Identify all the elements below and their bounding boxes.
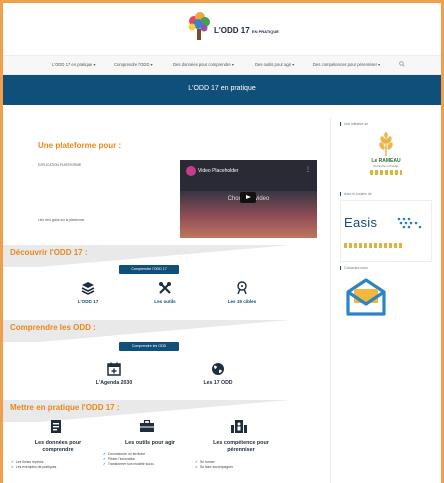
outils-list: ✓ Coconstruire un territoire ✓ Piloter l'i…: [103, 452, 155, 468]
list-item[interactable]: ✓ Se faire accompagner: [195, 465, 233, 470]
logo-subtext: EN PRATIQUE: [251, 29, 279, 34]
rameau-subtitle: Recherche et Partage: [373, 165, 399, 168]
list-item-label: Se former: [199, 460, 215, 464]
document-icon: [51, 420, 61, 433]
feature-odd17[interactable]: L'ODD 17: [48, 281, 128, 304]
discover-title: Découvrir l'ODD 17 :: [10, 248, 88, 257]
logo-text: L'ODD 17: [214, 26, 250, 35]
feature-19-cibles[interactable]: Les 19 cibles: [202, 281, 282, 304]
site-logo[interactable]: L'ODD 17 EN PRATIQUE: [186, 11, 279, 47]
building-people-icon: [231, 420, 247, 433]
column-title-line: Les données pour: [34, 440, 82, 446]
comprendre-odd17-button[interactable]: Comprendre l'ODD 17: [119, 265, 179, 274]
feature-label: L'Agenda 2030: [95, 380, 133, 386]
list-item[interactable]: ✓ Les exemples de pratiques: [11, 465, 56, 470]
list-item-label: Les exemples de pratiques: [15, 465, 57, 470]
easis-dots-icon: [397, 217, 422, 229]
video-player[interactable]: Video Placeholder ⋮ Choose a video: [180, 160, 317, 238]
feature-agenda-2030[interactable]: L'Agenda 2030: [74, 362, 154, 386]
logo-wordmark: L'ODD 17 EN PRATIQUE: [214, 26, 279, 35]
tools-icon: [159, 282, 171, 294]
practice-title: Mettre en pratique l'ODD 17 :: [10, 403, 120, 412]
list-item-label: Les fiches repères: [15, 460, 44, 464]
sidebar-label-contact: Contactez-nous: [340, 266, 368, 270]
check-icon: ✓: [103, 462, 106, 467]
feature-label: Les outils: [154, 299, 176, 304]
list-item[interactable]: ✓ Transformer son modèle socio-: [103, 462, 155, 467]
platform-guide-link[interactable]: Lien vers guide sur la plateforme: [38, 218, 84, 222]
discover-section: Découvrir l'ODD 17 : Comprendre l'ODD 17…: [3, 245, 321, 323]
calendar-plus-icon: [107, 362, 121, 376]
check-icon: ✓: [195, 465, 198, 470]
feature-label: Les 17 ODD: [203, 380, 233, 386]
easis-dots: [344, 243, 404, 248]
check-icon: ✓: [103, 457, 106, 462]
practice-section: Mettre en pratique l'ODD 17 : Les donnée…: [3, 400, 321, 483]
donnees-list: ✓ Les fiches repères ✓ Les exemples de pra…: [11, 460, 56, 470]
column-title-line: comprendre: [42, 446, 74, 453]
easis-logo[interactable]: Easis: [340, 200, 432, 262]
nav-item-donnees[interactable]: Des données pour comprendre ▾: [173, 62, 234, 67]
play-icon[interactable]: [240, 192, 256, 203]
column-title-competences: Les compétence pour pérenniser: [199, 440, 283, 453]
sidebar-label-initiative: Une initiative de: [340, 122, 368, 126]
column-title-outils: Les outils pour agir: [110, 440, 190, 447]
list-item-label: Transformer son modèle socio-: [107, 462, 155, 467]
nav-item-outils[interactable]: Des outils pour agir ▾: [255, 62, 294, 67]
nav-item-competences[interactable]: Des compétences pour pérenniser ▾: [313, 62, 380, 67]
feature-17-odd[interactable]: Les 17 ODD: [178, 362, 258, 386]
feature-outils[interactable]: Les outils: [125, 281, 205, 304]
platform-title: Une plateforme pour :: [38, 141, 122, 150]
list-item-label: Coconstruire un territoire: [107, 452, 146, 456]
wheat-icon: [379, 132, 393, 156]
check-icon: ✓: [11, 460, 14, 464]
site-header: L'ODD 17 EN PRATIQUE: [3, 3, 441, 55]
list-item-label: Piloter l'innovation: [107, 457, 136, 462]
globe-icon: [212, 363, 224, 375]
briefcase-icon: [140, 420, 154, 432]
nav-item-odd17[interactable]: L'ODD 17 en pratique ▾: [52, 62, 96, 67]
tree-logo-icon: [188, 12, 210, 40]
check-icon: ✓: [195, 460, 198, 464]
mail-icon[interactable]: [344, 276, 388, 320]
video-title: Video Placeholder: [198, 168, 239, 174]
rameau-logo[interactable]: Le RAMEAU Recherche et Partage: [352, 130, 420, 188]
page-banner: L'ODD 17 en pratique: [3, 75, 441, 105]
column-title-line: Les compétence pour: [213, 440, 269, 446]
check-icon: ✓: [11, 465, 14, 470]
nav-item-comprendre[interactable]: Comprendre l'ODD ▾: [114, 62, 153, 67]
compass-icon: [237, 281, 247, 295]
column-title-line: pérenniser: [227, 446, 255, 453]
search-icon[interactable]: [399, 61, 405, 67]
list-item-label: Se faire accompagner: [199, 465, 234, 470]
competences-list: ✓ Se former ✓ Se faire accompagner: [195, 460, 233, 470]
rameau-dots: [370, 170, 402, 175]
feature-label: Les 19 cibles: [227, 299, 257, 304]
layers-icon: [81, 282, 95, 295]
understand-title: Comprendre les ODD :: [10, 323, 96, 332]
main-nav: L'ODD 17 en pratique ▾ Comprendre l'ODD …: [3, 55, 441, 75]
rameau-name: Le RAMEAU: [371, 158, 401, 164]
comprendre-odd-button[interactable]: Comprendre les ODD: [119, 342, 179, 351]
video-channel-avatar: [186, 166, 196, 176]
video-menu-icon[interactable]: ⋮: [305, 166, 311, 173]
platform-explanation: EXPLICATION PLATEFORME: [38, 163, 82, 167]
easis-name: Easis: [344, 215, 378, 230]
column-title-donnees: Les données pour comprendre: [20, 440, 96, 453]
sidebar-label-soutien: Avec le soutien de: [340, 192, 372, 196]
sidebar-divider: [330, 118, 331, 483]
check-icon: ✓: [103, 452, 106, 456]
feature-label: L'ODD 17: [77, 299, 99, 304]
page-title: L'ODD 17 en pratique: [188, 85, 256, 92]
column-title-line: Les outils pour agir: [124, 440, 176, 446]
understand-section: Comprendre les ODD : Comprendre les ODD …: [3, 320, 321, 400]
